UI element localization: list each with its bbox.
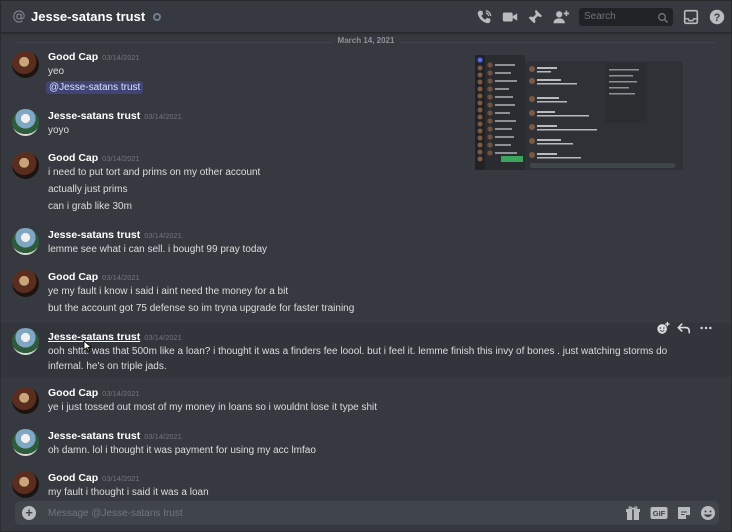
avatar[interactable] <box>12 51 39 78</box>
message-group: Good Cap 03/14/2021 ye my fault i know i … <box>1 267 731 319</box>
avatar[interactable] <box>12 471 39 498</box>
message-text: i need to put tort and prims on my other… <box>48 167 261 178</box>
message-text: ooh shttt. was that 500m like a loan? i … <box>48 346 668 357</box>
dm-window: @ Jesse-satans trust Search ? March 14, … <box>0 0 732 532</box>
message-text: ye i just tossed out most of my money in… <box>48 402 378 413</box>
author-name[interactable]: Good Cap 03/14/2021 <box>48 152 140 164</box>
avatar[interactable] <box>12 387 39 414</box>
date-divider: March 14, 2021 <box>17 36 715 48</box>
timestamp: 03/14/2021 <box>144 231 182 240</box>
help-icon[interactable]: ? <box>708 8 726 26</box>
channel-title: Jesse-satans trust <box>31 9 146 24</box>
message-group: Jesse-satans trust 03/14/2021 ooh shttt. … <box>1 323 731 377</box>
author-name[interactable]: Jesse-satans trust 03/14/2021 <box>48 331 182 343</box>
channel-header: @ Jesse-satans trust Search ? <box>1 1 731 33</box>
message-text: lemme see what i can sell. i bought 99 p… <box>48 244 268 255</box>
timestamp: 03/14/2021 <box>102 273 140 282</box>
message-text: my fault i thought i said it was a loan <box>48 487 209 498</box>
timestamp: 03/14/2021 <box>144 432 182 441</box>
upload-plus-icon[interactable]: + <box>22 506 36 520</box>
message-group: Jesse-satans trust 03/14/2021 lemme see w… <box>1 225 731 259</box>
video-call-icon[interactable] <box>501 8 519 26</box>
message-composer: + GIF <box>15 501 719 525</box>
message-text: yoyo <box>48 125 70 136</box>
message-group: Good Cap 03/14/2021 my fault i thought i … <box>1 467 731 501</box>
search-icon <box>657 11 669 23</box>
message-group: Good Cap 03/14/2021 ye i just tossed out … <box>1 383 731 417</box>
timestamp: 03/14/2021 <box>102 389 140 398</box>
search-placeholder: Search <box>584 11 616 22</box>
message-text: infernal. he's on triple jads. <box>48 361 167 372</box>
message-actions-toolbar <box>653 319 719 337</box>
avatar[interactable] <box>12 228 39 255</box>
timestamp: 03/14/2021 <box>102 53 140 62</box>
message-text: but the account got 75 defense so im try… <box>48 303 355 314</box>
gif-label: GIF <box>653 509 666 518</box>
date-divider-label: March 14, 2021 <box>331 36 401 45</box>
author-name[interactable]: Jesse-satans trust 03/14/2021 <box>48 110 182 122</box>
gift-icon[interactable] <box>625 505 641 521</box>
message-text: ye my fault i know i said i aint need th… <box>48 286 289 297</box>
message-text: actually just prims <box>48 184 128 195</box>
author-name[interactable]: Good Cap 03/14/2021 <box>48 472 140 484</box>
message-input[interactable] <box>48 507 448 520</box>
message-group: Good Cap 03/14/2021 i need to put tort an… <box>1 149 731 217</box>
pinned-messages-icon[interactable] <box>526 8 544 26</box>
reply-icon[interactable] <box>677 321 691 335</box>
message-group: Jesse-satans trust 03/14/2021 oh damn. lo… <box>1 425 731 459</box>
status-offline-icon <box>153 13 161 21</box>
author-name[interactable]: Jesse-satans trust 03/14/2021 <box>48 430 182 442</box>
add-reaction-icon[interactable] <box>656 321 670 335</box>
message-text: oh damn. lol i thought it was payment fo… <box>48 445 316 456</box>
message-text: yeo <box>48 66 65 77</box>
author-name[interactable]: Good Cap 03/14/2021 <box>48 271 140 283</box>
message-group: Jesse-satans trust 03/14/2021 yoyo <box>1 107 731 141</box>
avatar[interactable] <box>12 328 39 355</box>
author-name[interactable]: Good Cap 03/14/2021 <box>48 387 140 399</box>
message-text: can i grab like 30m <box>48 201 132 212</box>
call-icon[interactable] <box>475 8 493 26</box>
search-box[interactable]: Search <box>579 8 673 26</box>
timestamp: 03/14/2021 <box>144 112 182 121</box>
avatar[interactable] <box>12 270 39 297</box>
timestamp: 03/14/2021 <box>144 333 182 342</box>
timestamp: 03/14/2021 <box>102 474 140 483</box>
avatar[interactable] <box>12 109 39 136</box>
user-mention[interactable]: @Jesse-satans trust <box>46 81 144 94</box>
svg-text:?: ? <box>714 12 721 24</box>
gif-icon[interactable]: GIF <box>650 505 668 521</box>
at-sign-icon: @ <box>12 9 26 24</box>
author-name[interactable]: Good Cap 03/14/2021 <box>48 51 140 63</box>
timestamp: 03/14/2021 <box>102 154 140 163</box>
avatar[interactable] <box>12 152 39 179</box>
inbox-icon[interactable] <box>682 8 700 26</box>
author-name[interactable]: Jesse-satans trust 03/14/2021 <box>48 229 182 241</box>
more-options-icon[interactable] <box>699 321 713 335</box>
emoji-icon[interactable] <box>700 505 716 521</box>
add-friends-to-dm-icon[interactable] <box>552 8 570 26</box>
sticker-icon[interactable] <box>676 505 692 521</box>
avatar[interactable] <box>12 429 39 456</box>
